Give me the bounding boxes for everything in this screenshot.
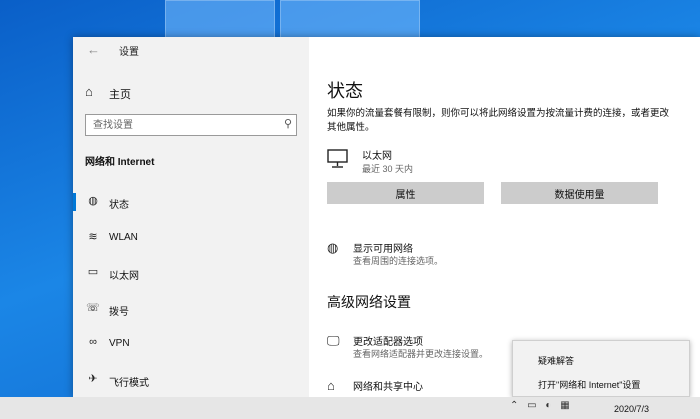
ethernet-subtitle: 最近 30 天内 (362, 164, 414, 174)
show-available-networks-link[interactable]: ◍ 显示可用网络 查看周围的连接选项。 (327, 240, 667, 270)
network-sharing-icon: ⌂ (327, 378, 335, 393)
taskbar: ⌃ ▭ ◐ ▦ 2020/7/3 (0, 397, 700, 419)
search-box[interactable]: ⚲ (85, 114, 297, 136)
search-icon[interactable]: ⚲ (284, 117, 292, 130)
sidebar-item-label: 状态 (109, 200, 129, 211)
link-subtitle: 查看周围的连接选项。 (353, 256, 444, 266)
sidebar-item-home[interactable]: ⌂ 主页 (85, 84, 285, 102)
home-label: 主页 (109, 89, 131, 101)
menu-item-open-network-settings[interactable]: 打开"网络和 Internet"设置 (513, 373, 689, 395)
link-title: 网络和共享中心 (353, 382, 423, 393)
network-context-menu: 疑难解答 打开"网络和 Internet"设置 (512, 340, 690, 397)
page-title: 状态 (327, 81, 363, 101)
sidebar-item-label: VPN (109, 338, 130, 349)
sidebar-item-label: 拨号 (109, 307, 129, 318)
title-bar: ← 设置 (73, 37, 309, 61)
data-usage-button[interactable]: 数据使用量 (501, 182, 658, 204)
monitor-icon: 🖵 (327, 333, 340, 348)
desktop-tile (165, 0, 275, 38)
link-subtitle: 查看网络适配器并更改连接设置。 (353, 349, 489, 359)
section-heading: 网络和 Internet (85, 157, 155, 168)
vpn-icon: ∞ (89, 336, 97, 348)
taskbar-clock[interactable]: 2020/7/3 (614, 404, 649, 414)
dialup-icon: ☏ (86, 302, 100, 314)
wifi-icon: ≋ (88, 231, 98, 243)
sidebar-item-label: 以太网 (109, 271, 139, 282)
properties-button[interactable]: 属性 (327, 182, 484, 204)
monitor-icon (327, 149, 348, 168)
menu-item-troubleshoot[interactable]: 疑难解答 (513, 349, 689, 371)
sidebar-item-ethernet[interactable]: ▭ 以太网 (73, 263, 309, 283)
sidebar-item-dialup[interactable]: ☏ 拨号 (73, 299, 309, 319)
globe-icon: ◍ (88, 195, 98, 207)
advanced-network-settings-heading: 高级网络设置 (327, 294, 411, 310)
status-description: 如果你的流量套餐有限制，则你可以将此网络设置为按流量计费的连接，或者更改其他属性… (327, 108, 670, 133)
window-title: 设置 (119, 47, 139, 58)
link-title: 更改适配器选项 (353, 337, 423, 348)
globe-icon: ◍ (327, 240, 339, 255)
airplane-icon: ✈ (88, 373, 98, 385)
sidebar-item-wlan[interactable]: ≋ WLAN (73, 228, 309, 248)
ethernet-name: 以太网 (362, 151, 392, 162)
ethernet-status: 以太网 最近 30 天内 (327, 147, 627, 177)
sidebar-item-label: WLAN (109, 232, 138, 243)
sidebar-item-label: 飞行模式 (109, 378, 149, 389)
sidebar-item-status[interactable]: ◍ 状态 (73, 192, 309, 212)
sidebar-item-vpn[interactable]: ∞ VPN (73, 334, 309, 354)
desktop-tile (280, 0, 420, 38)
search-input[interactable] (87, 116, 267, 134)
sidebar-item-airplane-mode[interactable]: ✈ 飞行模式 (73, 370, 309, 390)
sidebar: ← 设置 ⌂ 主页 ⚲ 网络和 Internet ◍ 状态 ≋ WLAN ▭ 以… (73, 37, 309, 397)
back-arrow-icon[interactable]: ← (87, 42, 100, 57)
home-icon: ⌂ (85, 84, 93, 99)
link-title: 显示可用网络 (353, 244, 413, 255)
ethernet-icon: ▭ (87, 266, 99, 278)
system-tray-icons[interactable]: ⌃ ▭ ◐ ▦ (510, 400, 573, 411)
